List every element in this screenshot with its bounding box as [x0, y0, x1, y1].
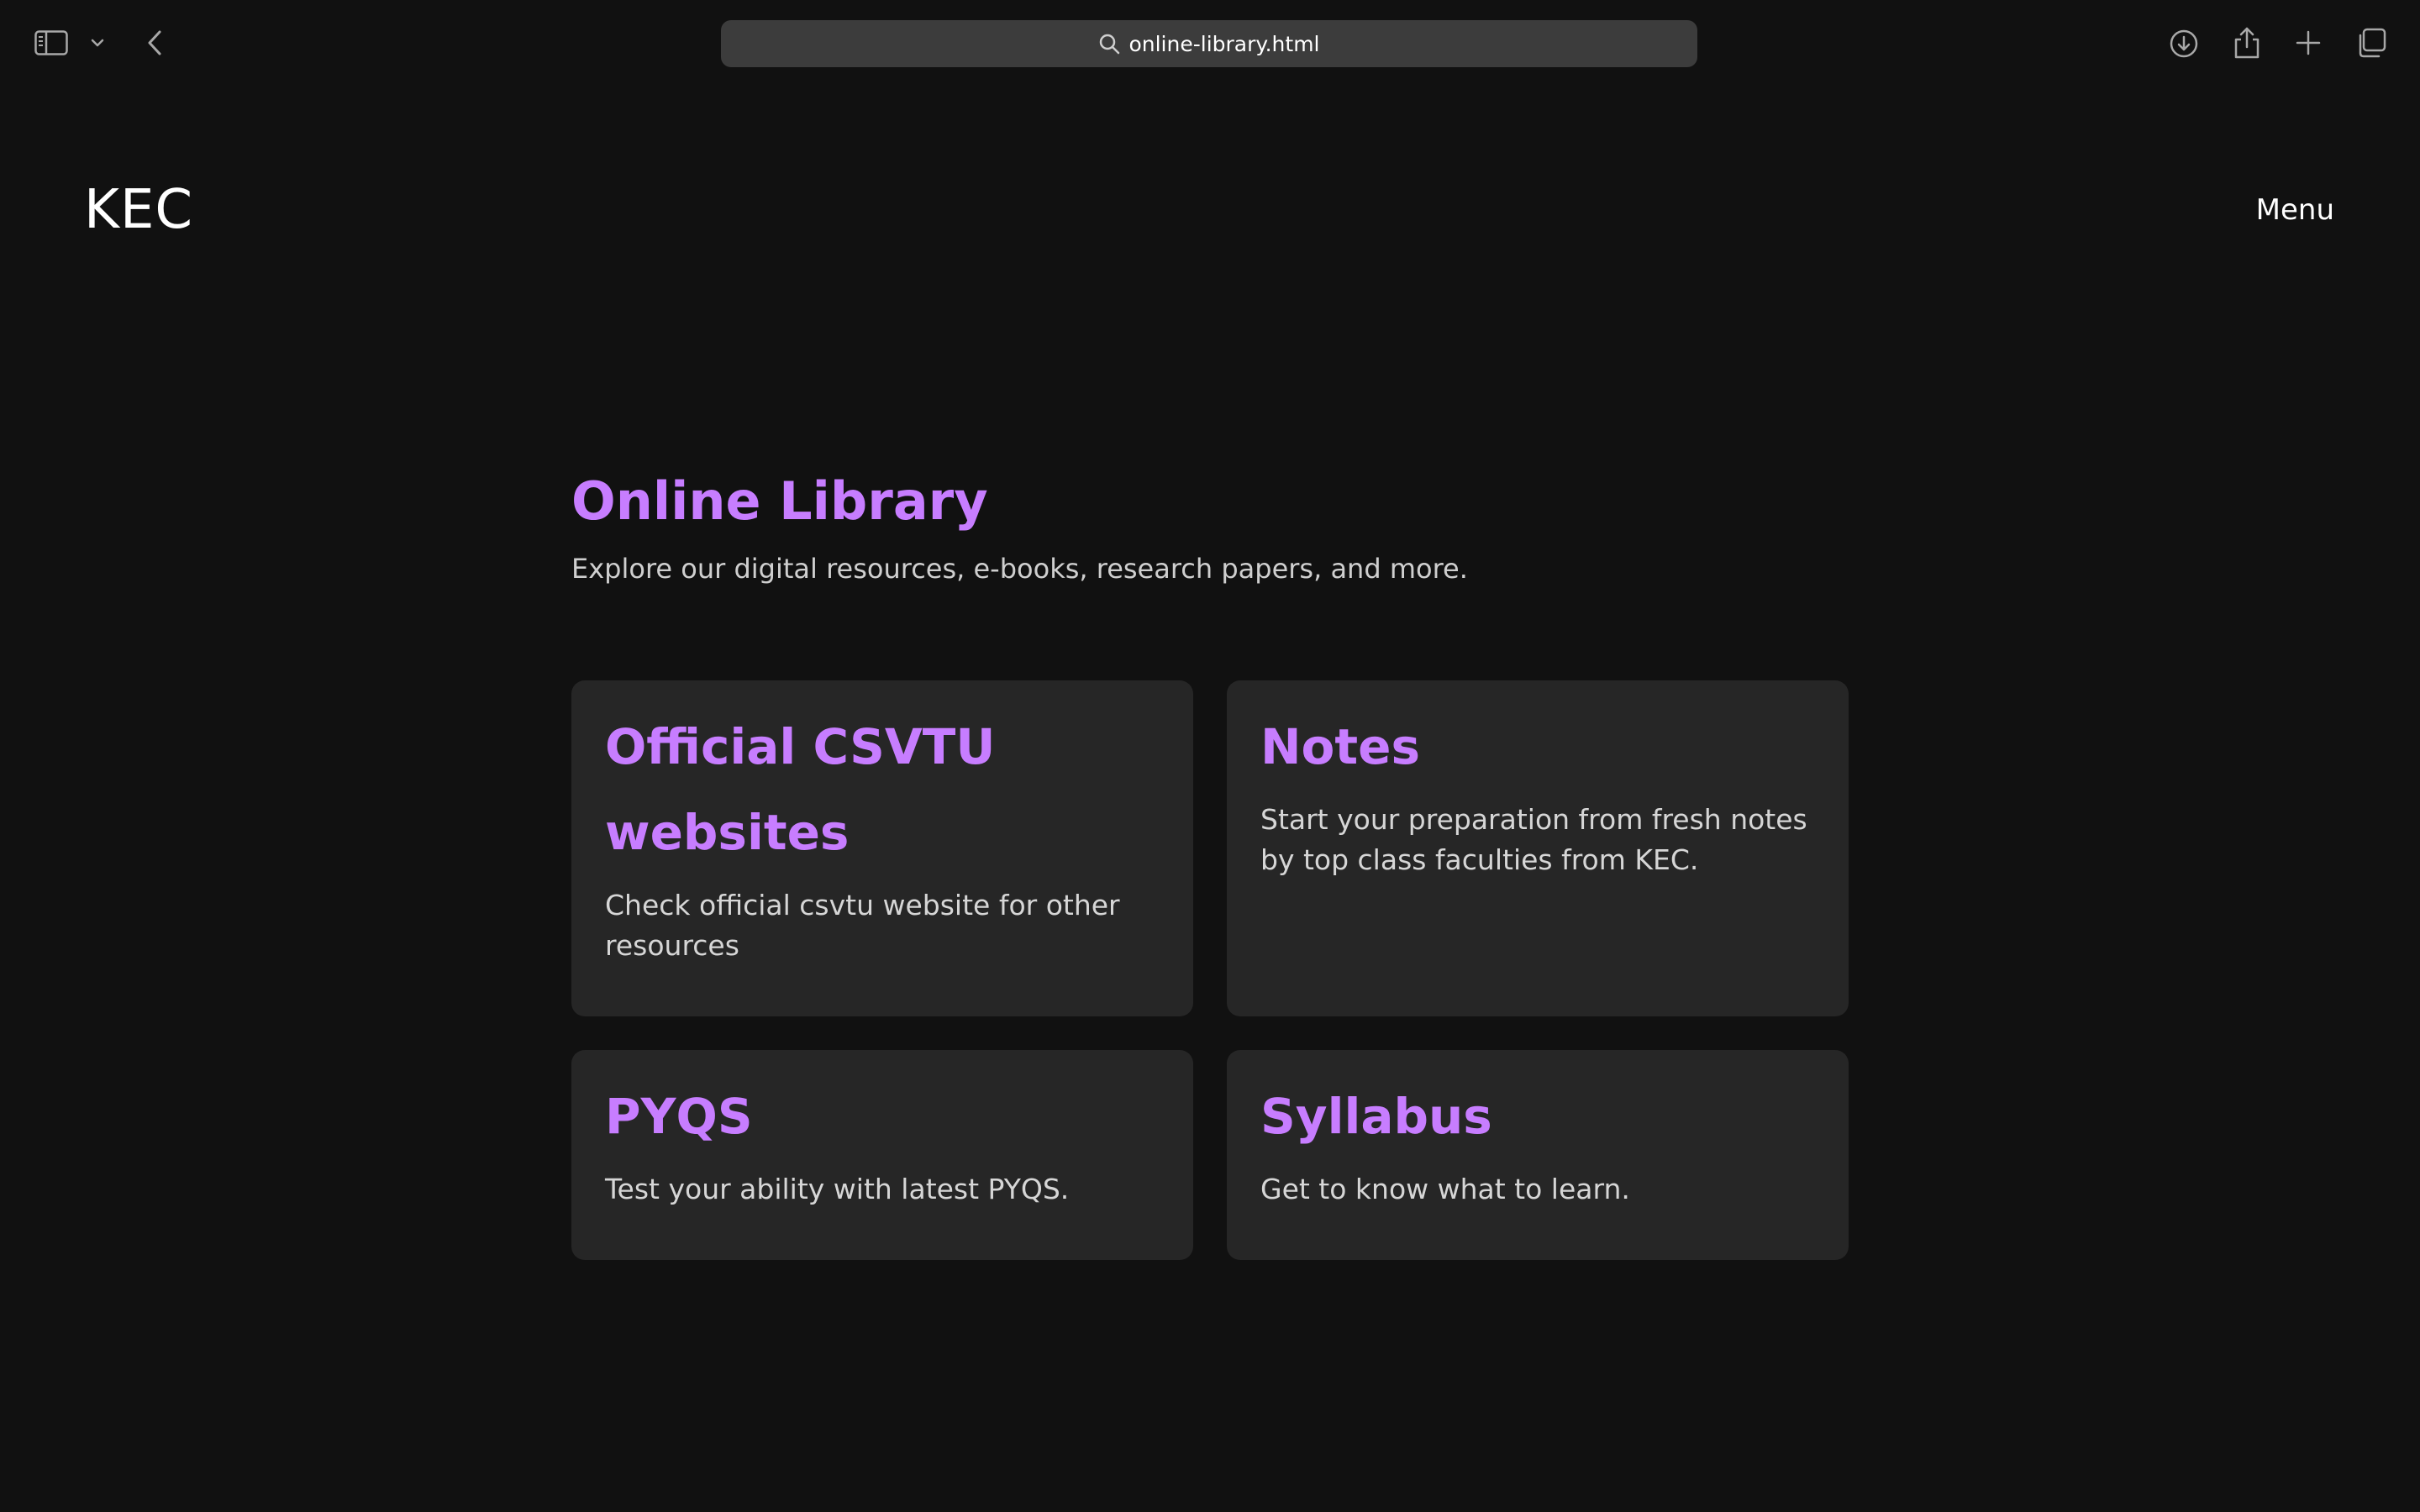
- card-official-csvtu-websites[interactable]: Official CSVTU websites Check official c…: [571, 680, 1193, 1016]
- address-bar[interactable]: online-library.html: [721, 20, 1697, 67]
- card-title: Official CSVTU websites: [605, 704, 1160, 875]
- card-title-line: Official CSVTU: [605, 718, 996, 775]
- card-title: PYQS: [605, 1088, 753, 1145]
- main-content: Online Library Explore our digital resou…: [571, 466, 1849, 1260]
- sidebar-icon: [34, 30, 68, 55]
- download-icon: [2170, 29, 2198, 58]
- card-description: Start your preparation from fresh notes …: [1260, 803, 1807, 876]
- new-tab-button[interactable]: [2292, 27, 2324, 59]
- back-button[interactable]: [141, 27, 168, 59]
- tab-overview-button[interactable]: [2354, 26, 2388, 60]
- card-notes[interactable]: Notes Start your preparation from fresh …: [1227, 680, 1849, 1016]
- chevron-left-icon: [148, 30, 161, 55]
- share-button[interactable]: [2230, 25, 2264, 60]
- tabs-icon: [2359, 28, 2386, 58]
- browser-toolbar: online-library.html: [0, 0, 2420, 86]
- page-subtitle: Explore our digital resources, e-books, …: [571, 553, 1468, 585]
- share-icon: [2234, 27, 2260, 59]
- chevron-down-icon: [91, 39, 104, 47]
- site-logo[interactable]: KEC: [84, 178, 193, 242]
- sidebar-toggle-button[interactable]: [34, 29, 69, 57]
- url-text: online-library.html: [1128, 31, 1320, 56]
- search-icon: [1100, 34, 1120, 55]
- card-description: Get to know what to learn.: [1260, 1173, 1630, 1205]
- card-title: Syllabus: [1260, 1088, 1492, 1145]
- plus-icon: [2296, 30, 2321, 55]
- page-title: Online Library: [571, 470, 988, 532]
- card-description: Test your ability with latest PYQS.: [605, 1173, 1070, 1205]
- card-title-line: websites: [605, 804, 850, 861]
- card-pyqs[interactable]: PYQS Test your ability with latest PYQS.: [571, 1050, 1193, 1260]
- card-title: Notes: [1260, 718, 1420, 775]
- tab-group-dropdown-button[interactable]: [87, 34, 108, 52]
- card-description: Check official csvtu website for other r…: [605, 889, 1120, 962]
- card-syllabus[interactable]: Syllabus Get to know what to learn.: [1227, 1050, 1849, 1260]
- menu-button[interactable]: Menu: [2256, 192, 2334, 228]
- downloads-button[interactable]: [2167, 27, 2201, 60]
